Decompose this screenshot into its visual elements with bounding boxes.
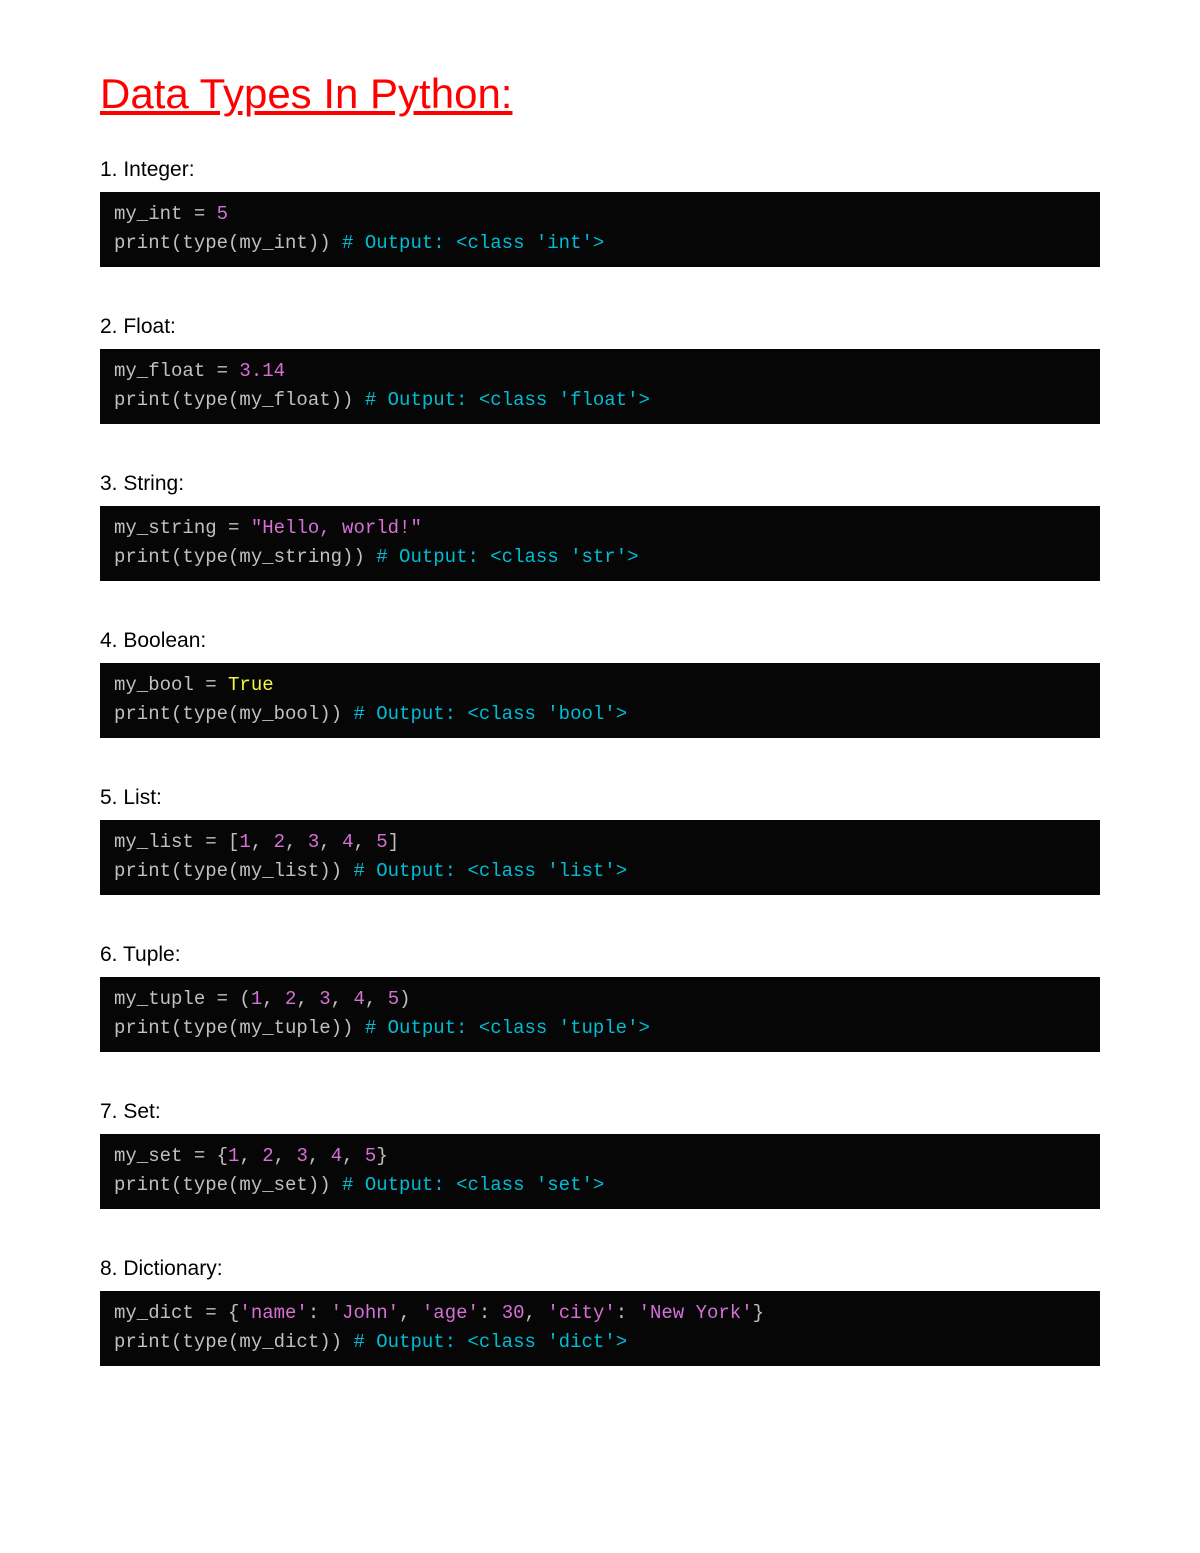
section-heading: 2. Float: [100, 315, 1100, 339]
code-block: my_int = 5 print(type(my_int)) # Output:… [100, 192, 1100, 267]
section-heading: 8. Dictionary: [100, 1257, 1100, 1281]
section-heading: 5. List: [100, 786, 1100, 810]
section-heading: 4. Boolean: [100, 629, 1100, 653]
section: 4. Boolean: my_bool = True print(type(my_… [100, 629, 1100, 738]
code-block: my_tuple = (1, 2, 3, 4, 5) print(type(my… [100, 977, 1100, 1052]
section: 2. Float: my_float = 3.14 print(type(my_f… [100, 315, 1100, 424]
code-block: my_list = [1, 2, 3, 4, 5] print(type(my_… [100, 820, 1100, 895]
section-heading: 6. Tuple: [100, 943, 1100, 967]
code-block: my_set = {1, 2, 3, 4, 5} print(type(my_s… [100, 1134, 1100, 1209]
code-block: my_dict = {'name': 'John', 'age': 30, 'c… [100, 1291, 1100, 1366]
section: 3. String: my_string = "Hello, world!" pr… [100, 472, 1100, 581]
sections-container: 1. Integer: my_int = 5 print(type(my_int)… [100, 158, 1100, 1366]
section-heading: 3. String: [100, 472, 1100, 496]
section-heading: 7. Set: [100, 1100, 1100, 1124]
code-block: my_bool = True print(type(my_bool)) # Ou… [100, 663, 1100, 738]
code-block: my_float = 3.14 print(type(my_float)) # … [100, 349, 1100, 424]
section: 7. Set: my_set = {1, 2, 3, 4, 5} print(ty… [100, 1100, 1100, 1209]
page-title: Data Types In Python: [100, 70, 1100, 118]
code-block: my_string = "Hello, world!" print(type(m… [100, 506, 1100, 581]
section: 1. Integer: my_int = 5 print(type(my_int)… [100, 158, 1100, 267]
section: 8. Dictionary: my_dict = {'name': 'John',… [100, 1257, 1100, 1366]
section: 5. List: my_list = [1, 2, 3, 4, 5] print(… [100, 786, 1100, 895]
section-heading: 1. Integer: [100, 158, 1100, 182]
section: 6. Tuple: my_tuple = (1, 2, 3, 4, 5) prin… [100, 943, 1100, 1052]
